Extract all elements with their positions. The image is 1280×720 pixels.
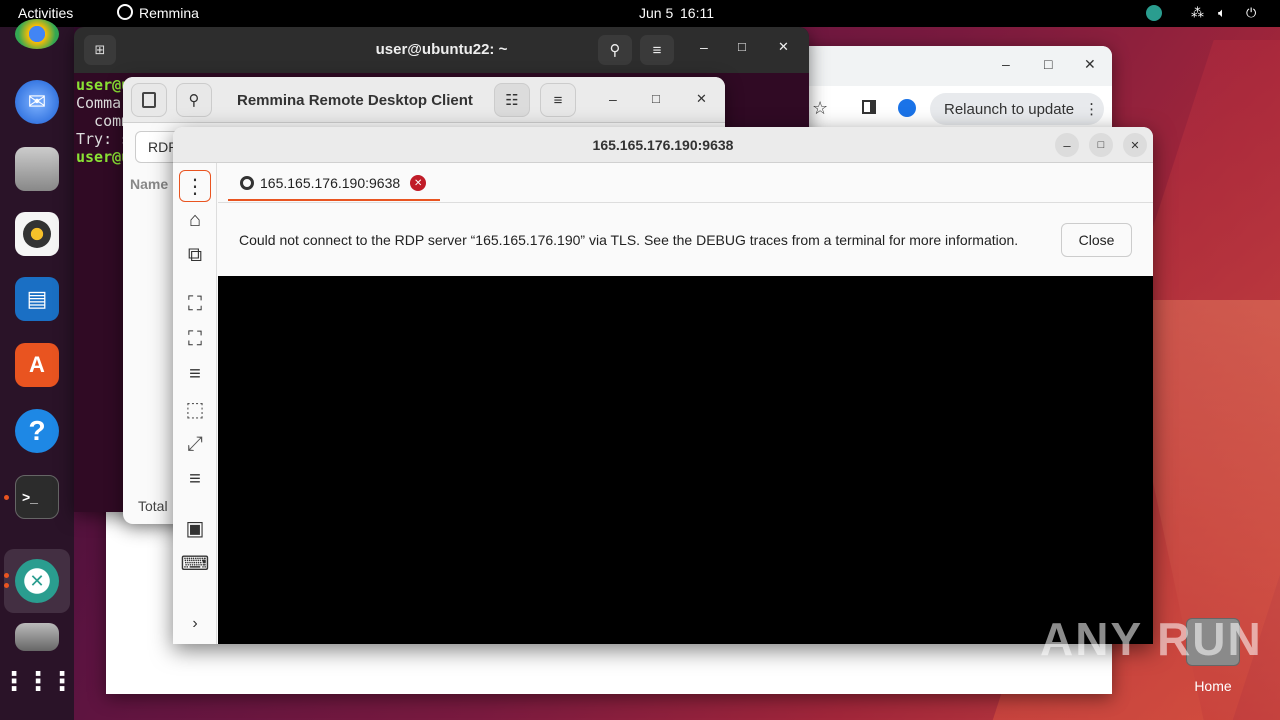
running-indicator [4, 573, 9, 578]
maximize-button[interactable]: □ [652, 91, 660, 106]
name-column-header[interactable]: Name [130, 176, 168, 192]
chrome-app-icon[interactable] [15, 19, 59, 49]
rdp-window-title: 165.165.176.190:9638 [592, 137, 734, 153]
minimize-button[interactable]: – [1055, 133, 1079, 157]
watermark-text: ANY RUN [1040, 613, 1263, 665]
help-app-icon[interactable]: ? [15, 409, 59, 453]
maximize-button[interactable]: □ [1089, 133, 1113, 157]
clock-date[interactable]: Jun 5 [639, 5, 673, 21]
relaunch-label: Relaunch to update [944, 100, 1075, 118]
minimize-button[interactable]: – [700, 39, 708, 55]
thunderbird-app-icon[interactable]: ✉ [15, 80, 59, 124]
top-bar: Activities Remmina Jun 5 16:11 ⁂ 🔈︎ ⏻ [0, 0, 1280, 27]
terminal-title: user@ubuntu22: ~ [375, 41, 508, 58]
remmina-app-icon[interactable]: ✕ [15, 559, 59, 603]
close-button[interactable]: ✕ [1123, 133, 1147, 157]
terminal-app-icon[interactable]: >_ [15, 475, 59, 519]
show-apps-icon[interactable]: ⋮⋮⋮ [1, 659, 75, 703]
rhythmbox-app-icon[interactable] [15, 212, 59, 256]
drive-app-icon[interactable] [15, 623, 59, 651]
close-button[interactable]: ✕ [778, 39, 789, 55]
network-icon[interactable]: ⁂ [1191, 5, 1204, 21]
minimize-button[interactable]: – [609, 91, 617, 107]
error-infobar: Could not connect to the RDP server “165… [218, 202, 1153, 276]
search-button[interactable]: ⚲ [176, 83, 212, 117]
home-label: Home [1194, 678, 1232, 694]
volume-icon[interactable]: 🔈︎ [1218, 5, 1226, 21]
tab-close-icon[interactable]: ✕ [410, 175, 427, 191]
main-menu-button[interactable]: ≡ [540, 83, 576, 117]
speaker-icon [23, 220, 51, 248]
terminal-line: Comma [76, 94, 122, 112]
running-indicator [4, 583, 9, 588]
new-connection-icon [142, 92, 156, 108]
fullscreen-options-icon[interactable]: ≡ [181, 360, 209, 388]
app-center-icon[interactable]: A [15, 343, 59, 387]
libreoffice-writer-app-icon[interactable]: ▤ [15, 277, 59, 321]
close-button[interactable]: ✕ [696, 91, 707, 107]
new-connection-button[interactable] [131, 83, 167, 117]
fullscreen-icon[interactable]: ⛶ [181, 325, 209, 353]
total-label: Total [138, 498, 168, 514]
activities-button[interactable]: Activities [18, 5, 73, 21]
toolbar-menu-button[interactable]: ⋮ [179, 170, 211, 202]
chevron-right-icon[interactable]: › [181, 610, 209, 638]
remmina-tray-icon[interactable] [1146, 5, 1162, 21]
files-app-icon[interactable] [15, 147, 59, 191]
tab-connection[interactable]: 165.165.176.190:9638 ✕ [228, 167, 440, 201]
fit-window-icon[interactable]: ⛶ [181, 290, 209, 318]
scale-options-icon[interactable]: ≡ [181, 465, 209, 493]
side-panel-icon[interactable] [862, 100, 876, 114]
rdp-connection-window: 165.165.176.190:9638 – □ ✕ ⋮ ⌂ ⧉ ⛶ ⛶ ≡ ⬚… [173, 127, 1153, 644]
remote-display-area[interactable] [218, 276, 1153, 644]
running-indicator [4, 495, 9, 500]
duplicate-connection-icon[interactable]: ⧉ [181, 241, 209, 269]
keyboard-icon[interactable]: ⌨ [181, 549, 210, 577]
view-toggle-button[interactable]: ☷ [494, 83, 530, 117]
anyrun-watermark: ANY RUN [1040, 612, 1261, 672]
more-vert-icon: ⋮ [1084, 101, 1100, 118]
bookmark-star-icon[interactable]: ☆ [812, 98, 828, 119]
maximize-button[interactable]: □ [1044, 56, 1052, 72]
dock: ✉ ▤ A ? >_ ✕ ⋮⋮⋮ [0, 19, 75, 720]
relaunch-to-update-button[interactable]: Relaunch to update ⋮ [930, 93, 1104, 125]
profile-avatar[interactable] [898, 99, 916, 117]
home-icon[interactable]: ⌂ [181, 206, 209, 234]
remmina-app-menu-icon [117, 4, 133, 20]
minimize-button[interactable]: – [1002, 56, 1010, 72]
close-button[interactable]: ✕ [1084, 56, 1096, 73]
dynamic-resolution-icon[interactable]: ⤢ [181, 430, 209, 458]
error-message: Could not connect to the RDP server “165… [239, 232, 1019, 248]
multi-monitor-icon[interactable]: ▣ [181, 514, 209, 542]
scale-icon[interactable]: ⬚ [181, 395, 209, 423]
power-icon[interactable]: ⏻ [1246, 5, 1256, 21]
maximize-button[interactable]: □ [738, 39, 746, 54]
search-button[interactable]: ⚲ [598, 35, 632, 65]
remmina-main-title: Remmina Remote Desktop Client [237, 92, 473, 109]
app-menu-label[interactable]: Remmina [139, 5, 199, 21]
menu-button[interactable]: ≡ [640, 35, 674, 65]
clock-time[interactable]: 16:11 [680, 5, 714, 21]
close-infobar-button[interactable]: Close [1061, 223, 1132, 257]
connection-status-icon [240, 176, 254, 190]
tab-label: 165.165.176.190:9638 [260, 175, 401, 191]
terminal-headerbar: ⊞ user@ubuntu22: ~ ⚲ ≡ – □ ✕ [74, 27, 809, 73]
